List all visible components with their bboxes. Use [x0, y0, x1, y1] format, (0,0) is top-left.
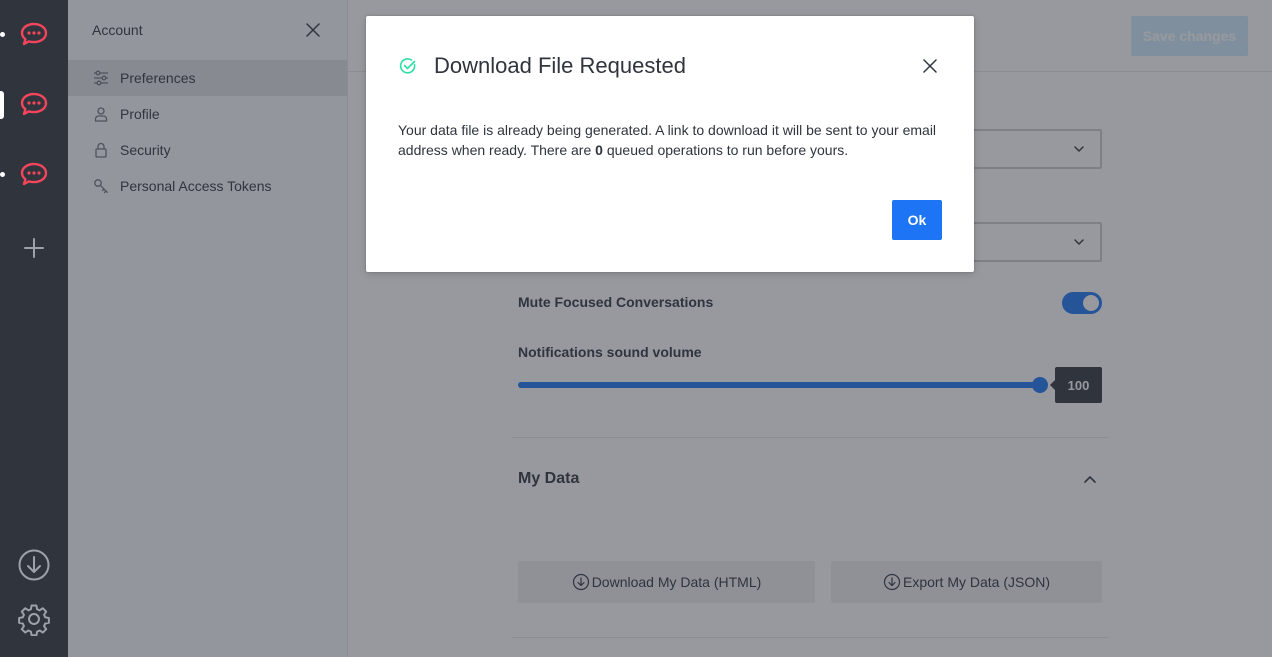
active-server-indicator	[0, 91, 4, 119]
modal-title: Download File Requested	[434, 53, 686, 78]
gear-icon	[18, 604, 50, 636]
server-rail	[0, 0, 68, 657]
rocketchat-logo-icon	[20, 22, 48, 46]
download-requested-modal: Download File Requested Your data file i…	[366, 16, 974, 272]
queued-operations-count: 0	[595, 142, 603, 158]
close-icon	[923, 59, 937, 73]
server-1-button[interactable]	[14, 14, 54, 54]
check-circle-icon	[398, 56, 418, 76]
ok-button[interactable]: Ok	[892, 200, 942, 240]
rocketchat-logo-icon	[20, 162, 48, 186]
downloads-button[interactable]	[16, 547, 52, 583]
server-3-button[interactable]	[14, 154, 54, 194]
app-root: Account Preferences	[0, 0, 1272, 657]
rocketchat-logo-icon	[20, 92, 48, 116]
plus-icon	[24, 238, 44, 258]
server-unread-dot	[0, 32, 5, 37]
server-2-button[interactable]	[14, 84, 54, 124]
modal-message-text: queued operations to run before yours.	[602, 142, 849, 158]
server-unread-dot	[0, 172, 5, 177]
add-server-button[interactable]	[16, 230, 52, 266]
modal-header: Download File Requested	[398, 52, 942, 80]
modal-close-button[interactable]	[918, 54, 942, 78]
settings-button[interactable]	[16, 601, 52, 637]
modal-message: Your data file is already being generate…	[398, 120, 950, 160]
download-circle-icon	[18, 549, 50, 581]
